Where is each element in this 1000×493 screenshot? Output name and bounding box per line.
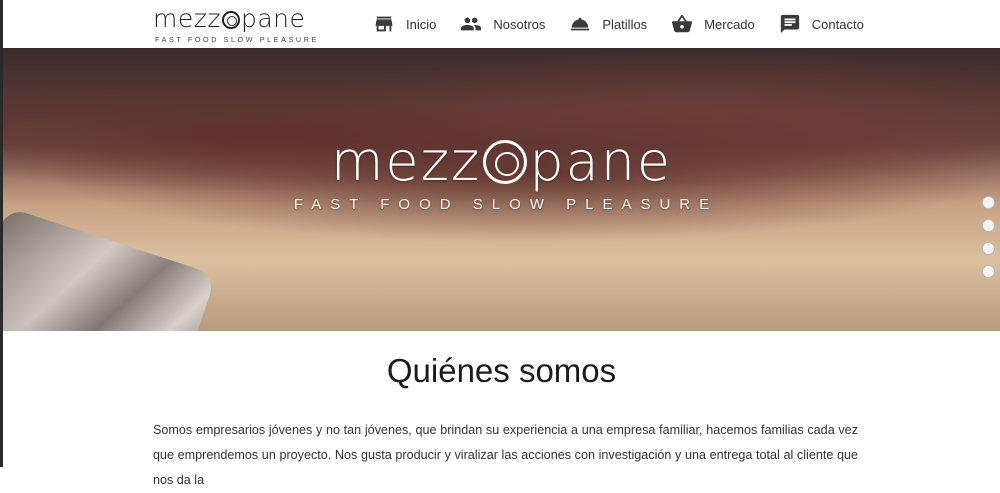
nav-label: Contacto: [811, 16, 864, 32]
store-icon: [375, 16, 393, 32]
people-icon: [461, 17, 482, 31]
nav-item-inicio[interactable]: Inicio: [373, 13, 436, 35]
cloche-icon: [571, 17, 590, 31]
nav-item-contacto[interactable]: Contacto: [779, 13, 864, 35]
hero-image-foil: [3, 206, 217, 331]
nav-label: Nosotros: [493, 16, 546, 32]
hero-plate-icon: [483, 140, 528, 184]
about-title: Quiénes somos: [386, 352, 617, 389]
slider-dot-2[interactable]: [982, 219, 995, 232]
hero-logo: mezz pane FAST FOOD SLOW PLEASURE: [3, 130, 1000, 214]
site-header: mezz pane FAST FOOD SLOW PLEASURE Inicio …: [3, 0, 1000, 48]
hero-slider: mezz pane FAST FOOD SLOW PLEASURE: [3, 48, 1000, 331]
about-body: Somos empresarios jóvenes y no tan jóven…: [153, 423, 858, 487]
nav-label: Inicio: [406, 16, 437, 32]
main-nav: Inicio Nosotros Platillos Mercado Contac…: [373, 0, 888, 48]
nav-item-mercado[interactable]: Mercado: [671, 13, 755, 35]
nav-item-platillos[interactable]: Platillos: [569, 13, 647, 35]
slider-dot-1[interactable]: [982, 196, 995, 209]
site-logo[interactable]: mezz pane FAST FOOD SLOW PLEASURE: [153, 4, 316, 46]
logo-wordmark: mezz pane: [153, 4, 306, 33]
hero-tagline: FAST FOOD SLOW PLEASURE: [293, 196, 719, 213]
chat-icon: [780, 14, 799, 34]
nav-label: Mercado: [704, 16, 755, 32]
nav-label: Platillos: [602, 16, 648, 32]
nav-item-nosotros[interactable]: Nosotros: [460, 13, 545, 35]
slider-dot-4[interactable]: [982, 265, 995, 278]
slider-pagination: [982, 196, 995, 288]
slider-dot-3[interactable]: [982, 242, 995, 255]
logo-tagline: FAST FOOD SLOW PLEASURE: [155, 35, 319, 44]
basket-icon: [672, 14, 693, 33]
logo-plate-icon: [221, 11, 240, 29]
hero-wordmark: mezz pane: [330, 130, 673, 193]
